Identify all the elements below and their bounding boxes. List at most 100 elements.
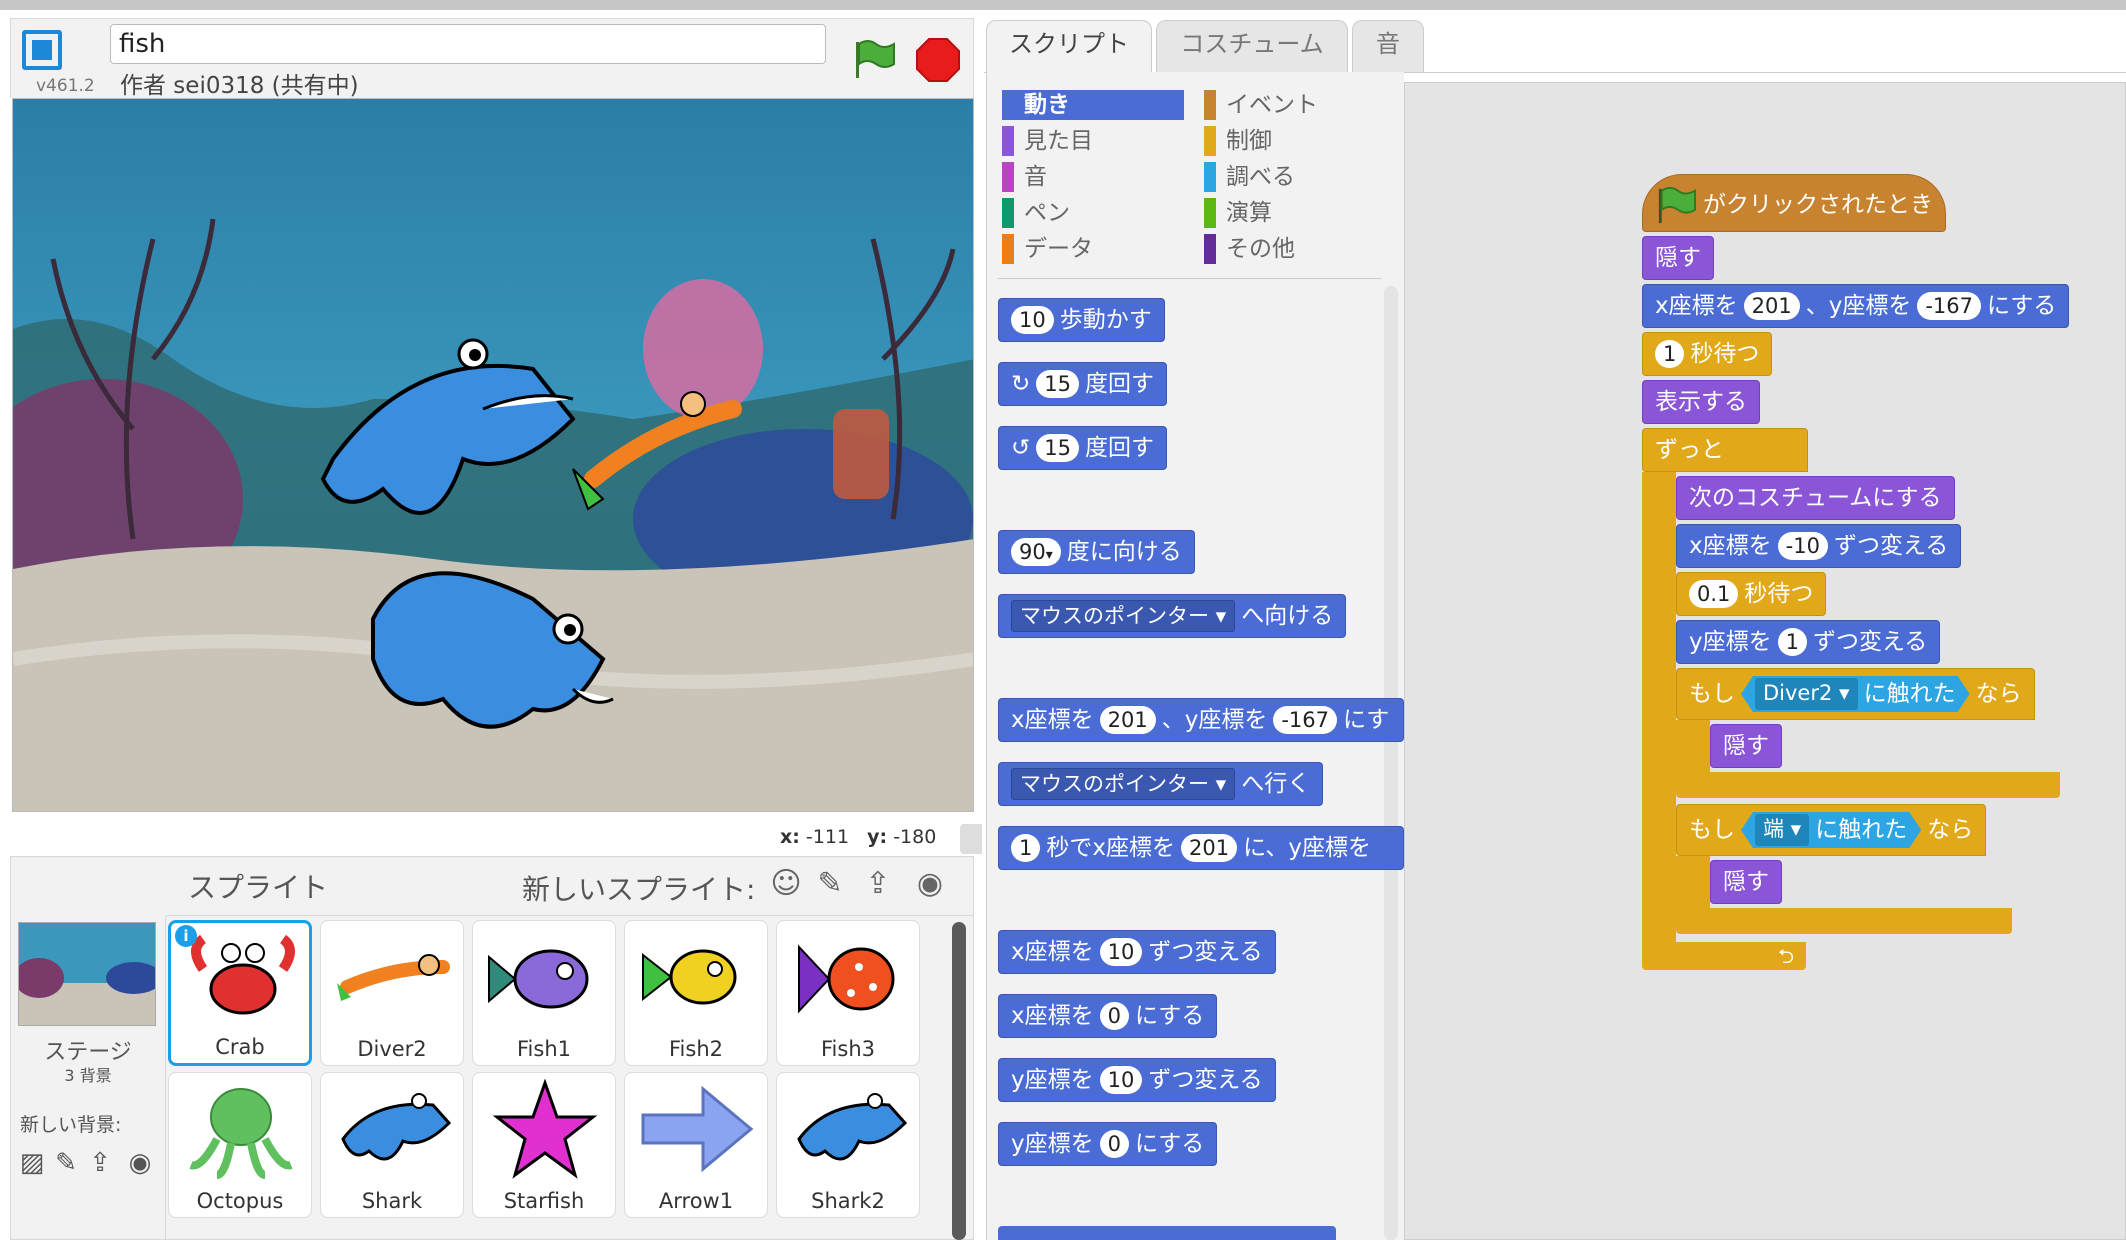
fish1-thumbnail [488, 949, 589, 1009]
stage-mouse-coords: x: -111 y: -180 [780, 826, 937, 848]
green-flag-icon [1658, 186, 1696, 224]
if1-bottom [1676, 772, 2060, 798]
category-more[interactable]: その他 [1204, 234, 1386, 264]
block-move-steps[interactable]: 10 歩動かす [998, 298, 1165, 342]
script-next-costume[interactable]: 次のコスチュームにする [1676, 476, 1955, 520]
author-label: 作者 sei0318 (共有中) [120, 73, 359, 99]
paint-backdrop-icon[interactable]: ✎ [50, 1148, 82, 1178]
category-looks[interactable]: 見た目 [1002, 126, 1184, 156]
tab-sounds[interactable]: 音 [1352, 20, 1424, 72]
block-goto-xy[interactable]: x座標を 201 、y座標を -167 にす [998, 698, 1404, 742]
sprite-tile-fish3[interactable]: Fish3 [776, 920, 920, 1066]
script-change-x[interactable]: x座標を -10 ずつ変える [1676, 524, 1962, 568]
sprite-name: Starfish [503, 1189, 585, 1213]
script-hide[interactable]: 隠す [1642, 236, 1714, 280]
fish3-thumbnail [798, 944, 895, 1014]
sprite-tile-arrow1[interactable]: Arrow1 [624, 1072, 768, 1218]
category-divider [998, 278, 1382, 279]
fullscreen-icon[interactable] [22, 30, 62, 70]
sprite-tile-starfish[interactable]: Starfish [472, 1072, 616, 1218]
script-goto-xy[interactable]: x座標を 201 、y座標を -167 にする [1642, 284, 2070, 328]
palette-scrollbar[interactable] [1384, 286, 1398, 1240]
new-backdrop-label: 新しい背景: [20, 1114, 122, 1136]
choose-backdrop-icon[interactable]: ▨ [16, 1148, 48, 1178]
block-turn-left[interactable]: ↺ 15 度回す [998, 426, 1168, 470]
script-if-touching-diver2[interactable]: もし Diver2に触れた なら [1676, 668, 2035, 720]
sprite-tile-fish1[interactable]: Fish1 [472, 920, 616, 1066]
sprite-name: Octopus [196, 1189, 284, 1213]
loop-arrow-icon: ⮌ [1777, 944, 1794, 968]
camera-backdrop-icon[interactable]: ◉ [124, 1148, 156, 1178]
block-glide[interactable]: 1 秒でx座標を 201 に、y座標を [998, 826, 1404, 870]
diver-thumbnail [337, 954, 450, 1001]
script-wait[interactable]: 1 秒待つ [1642, 332, 1773, 376]
category-pen[interactable]: ペン [1002, 198, 1184, 228]
sprite-tile-crab[interactable]: i Crab [168, 920, 312, 1066]
collapse-stage-tab[interactable] [960, 824, 982, 854]
upload-sprite-icon[interactable]: ⇪ [860, 866, 896, 902]
sprite-tile-shark[interactable]: Shark [320, 1072, 464, 1218]
stop-icon[interactable] [916, 38, 960, 82]
forever-bottom: ⮌ [1642, 942, 1806, 970]
paint-sprite-icon[interactable]: ✎ [812, 866, 848, 902]
script-forever[interactable]: ずっと [1642, 428, 1808, 472]
stage-thumbnail[interactable] [18, 922, 156, 1026]
block-set-x[interactable]: x座標を 0 にする [998, 994, 1218, 1038]
sprite-name: Fish3 [821, 1037, 875, 1061]
sprite-tile-shark2[interactable]: Shark2 [776, 1072, 920, 1218]
block-point-direction[interactable]: 90度に向ける [998, 530, 1195, 574]
block-partial[interactable] [998, 1226, 1336, 1240]
sprite-name: Shark [361, 1189, 423, 1213]
sprite-tile-fish2[interactable]: Fish2 [624, 920, 768, 1066]
category-sound[interactable]: 音 [1002, 162, 1184, 192]
rotate-right-icon: ↻ [1011, 371, 1031, 397]
shark-thumbnail [341, 1093, 452, 1161]
starfish-thumbnail [492, 1079, 598, 1179]
script-hide-in-if2[interactable]: 隠す [1710, 860, 1782, 904]
green-flag-icon[interactable] [852, 38, 896, 80]
script-if-touching-edge[interactable]: もし 端に触れた なら [1676, 804, 1987, 856]
sprite-name: Arrow1 [658, 1189, 734, 1213]
sprite-tile-diver2[interactable]: Diver2 [320, 920, 464, 1066]
sprite-name: Fish2 [669, 1037, 723, 1061]
sprite-name: Fish1 [517, 1037, 571, 1061]
block-turn-right[interactable]: ↻ 15 度回す [998, 362, 1168, 406]
script-wait-short[interactable]: 0.1 秒待つ [1676, 572, 1827, 616]
upload-backdrop-icon[interactable]: ⇪ [84, 1148, 116, 1178]
camera-sprite-icon[interactable]: ◉ [912, 866, 948, 902]
touching-condition[interactable]: 端に触れた [1741, 812, 1921, 848]
block-set-y[interactable]: y座標を 0 にする [998, 1122, 1218, 1166]
sprite-pane-title: スプライト [188, 871, 329, 904]
block-change-x[interactable]: x座標を 10 ずつ変える [998, 930, 1276, 974]
sprite-tile-octopus[interactable]: Octopus [168, 1072, 312, 1218]
stage-canvas[interactable] [12, 98, 974, 812]
project-title-input[interactable] [110, 24, 826, 64]
script-change-y[interactable]: y座標を 1 ずつ変える [1676, 620, 1941, 664]
stage-backdrop-count: 3 背景 [64, 1066, 112, 1085]
category-motion[interactable]: 動き [1002, 90, 1184, 120]
arrow-thumbnail [641, 1085, 754, 1173]
category-sensing[interactable]: 調べる [1204, 162, 1386, 192]
octopus-thumbnail [189, 1088, 293, 1179]
block-goto[interactable]: マウスのポインターへ行く [998, 762, 1324, 806]
crab-thumbnail [191, 934, 295, 1015]
script-hat-flag-clicked[interactable]: がクリックされたとき [1642, 174, 1946, 232]
tab-costumes[interactable]: コスチューム [1156, 20, 1348, 72]
browser-top-strip [0, 0, 2126, 10]
script-show[interactable]: 表示する [1642, 380, 1760, 424]
choose-sprite-icon[interactable]: ☺ [768, 866, 804, 902]
category-data[interactable]: データ [1002, 234, 1184, 264]
touching-condition[interactable]: Diver2に触れた [1741, 676, 1970, 712]
category-operators[interactable]: 演算 [1204, 198, 1386, 228]
sprite-name: Shark2 [811, 1189, 885, 1213]
category-events[interactable]: イベント [1204, 90, 1386, 120]
category-control[interactable]: 制御 [1204, 126, 1386, 156]
sprite-list-scroll-thumb[interactable] [952, 922, 966, 1240]
info-icon[interactable]: i [175, 925, 197, 947]
tab-scripts[interactable]: スクリプト [986, 20, 1152, 72]
sprite-name: Crab [215, 1035, 265, 1059]
block-change-y[interactable]: y座標を 10 ずつ変える [998, 1058, 1276, 1102]
underwater-scene [13, 99, 973, 811]
block-point-towards[interactable]: マウスのポインターへ向ける [998, 594, 1347, 638]
script-hide-in-if1[interactable]: 隠す [1710, 724, 1782, 768]
